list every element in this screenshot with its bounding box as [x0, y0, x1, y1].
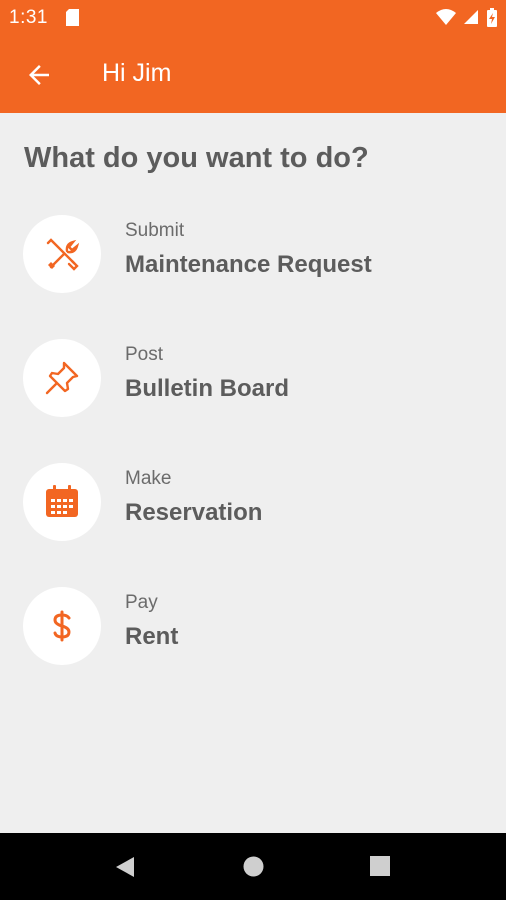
pushpin-icon	[45, 361, 79, 395]
action-verb: Make	[125, 468, 172, 489]
back-arrow-icon[interactable]	[24, 60, 54, 90]
status-time: 1:31	[9, 7, 48, 28]
sd-card-icon	[66, 9, 79, 26]
status-bar: 1:31	[0, 0, 506, 36]
pay-rent-action[interactable]: Pay Rent	[0, 587, 506, 691]
maintenance-request-action[interactable]: Submit Maintenance Request	[0, 215, 506, 319]
action-label: Maintenance Request	[125, 251, 372, 278]
page-title: Hi Jim	[102, 59, 172, 87]
bulletin-board-action[interactable]: Post Bulletin Board	[0, 339, 506, 443]
tools-icon	[46, 238, 80, 271]
dollar-icon	[53, 610, 71, 642]
action-icon-circle	[23, 339, 101, 417]
action-icon-circle	[23, 215, 101, 293]
nav-back-icon[interactable]	[114, 855, 136, 879]
action-icon-circle	[23, 587, 101, 665]
reservation-action[interactable]: Make Reservation	[0, 463, 506, 567]
action-verb: Post	[125, 344, 164, 365]
wifi-icon	[436, 9, 456, 25]
app-bar: Hi Jim	[0, 36, 506, 113]
system-nav-bar	[0, 833, 506, 900]
action-verb: Pay	[125, 592, 158, 613]
action-label: Bulletin Board	[125, 375, 290, 402]
section-heading: What do you want to do?	[24, 142, 369, 174]
action-label: Rent	[125, 623, 179, 650]
action-icon-circle	[23, 463, 101, 541]
signal-icon	[464, 10, 478, 24]
nav-recents-icon[interactable]	[369, 855, 391, 877]
nav-home-icon[interactable]	[242, 855, 265, 878]
action-verb: Submit	[125, 220, 185, 241]
action-label: Reservation	[125, 499, 263, 526]
calendar-icon	[46, 485, 78, 517]
battery-icon	[487, 7, 497, 27]
